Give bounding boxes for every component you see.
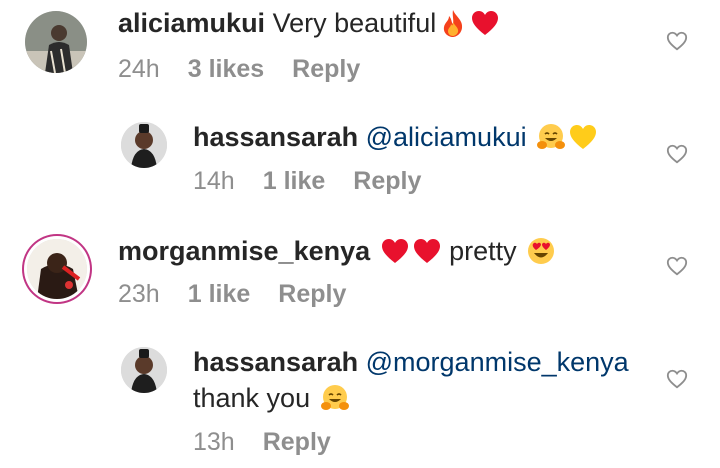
comment: aliciamukui Very beautiful 24h 3 likes Rep…: [0, 0, 720, 100]
avatar[interactable]: [121, 122, 167, 168]
username[interactable]: aliciamukui: [118, 8, 265, 38]
red-heart-emoji: [412, 236, 442, 266]
comment-reply: hassansarah @aliciamukui 14h 1 like Reply: [0, 110, 720, 210]
reply-button[interactable]: Reply: [292, 54, 360, 84]
comment-body: aliciamukui Very beautiful: [118, 7, 500, 39]
like-heart-icon[interactable]: [666, 368, 688, 390]
comment-text: thank you: [193, 383, 311, 413]
red-heart-emoji: [470, 8, 500, 38]
mention-link[interactable]: @morganmise_kenya: [366, 347, 629, 377]
red-heart-emoji: [380, 236, 410, 266]
reply-button[interactable]: Reply: [263, 427, 331, 457]
timestamp: 23h: [118, 280, 160, 308]
mention-link[interactable]: @aliciamukui: [366, 122, 527, 152]
heart-eyes-emoji: [526, 236, 556, 266]
comment-meta: 14h 1 like Reply: [193, 166, 449, 196]
comment-text: pretty: [449, 236, 517, 266]
likes-count[interactable]: 3 likes: [188, 54, 264, 84]
hugging-face-emoji: [536, 122, 566, 152]
hugging-face-emoji: [320, 383, 350, 413]
timestamp: 14h: [193, 167, 235, 195]
avatar[interactable]: [121, 347, 167, 393]
username[interactable]: hassansarah: [193, 347, 358, 377]
comment-meta: 24h 3 likes Reply: [118, 54, 388, 84]
avatar-story-ring[interactable]: [27, 239, 87, 299]
comment-meta: 23h 1 like Reply: [118, 279, 374, 309]
reply-button[interactable]: Reply: [278, 279, 346, 309]
like-heart-icon[interactable]: [666, 143, 688, 165]
comment-meta: 13h Reply: [193, 427, 359, 457]
comment-body: hassansarah @aliciamukui: [193, 121, 598, 153]
comment: morganmise_kenya pretty 23h 1 like Reply: [0, 222, 720, 322]
timestamp: 24h: [118, 55, 160, 83]
comment-reply: hassansarah @morganmise_kenya thank you …: [0, 335, 720, 468]
yellow-heart-emoji: [568, 122, 598, 152]
avatar[interactable]: [25, 11, 87, 73]
fire-emoji: [438, 8, 468, 38]
likes-count[interactable]: 1 like: [188, 279, 251, 309]
like-heart-icon[interactable]: [666, 30, 688, 52]
username[interactable]: morganmise_kenya: [118, 236, 370, 266]
comment-body: morganmise_kenya pretty: [118, 235, 556, 267]
comment-body: hassansarah @morganmise_kenya: [193, 346, 629, 378]
comment-text: Very beautiful: [272, 8, 437, 38]
reply-button[interactable]: Reply: [353, 166, 421, 196]
like-heart-icon[interactable]: [666, 255, 688, 277]
timestamp: 13h: [193, 428, 235, 456]
comment-body-line2: thank you: [193, 382, 350, 414]
username[interactable]: hassansarah: [193, 122, 358, 152]
likes-count[interactable]: 1 like: [263, 166, 326, 196]
